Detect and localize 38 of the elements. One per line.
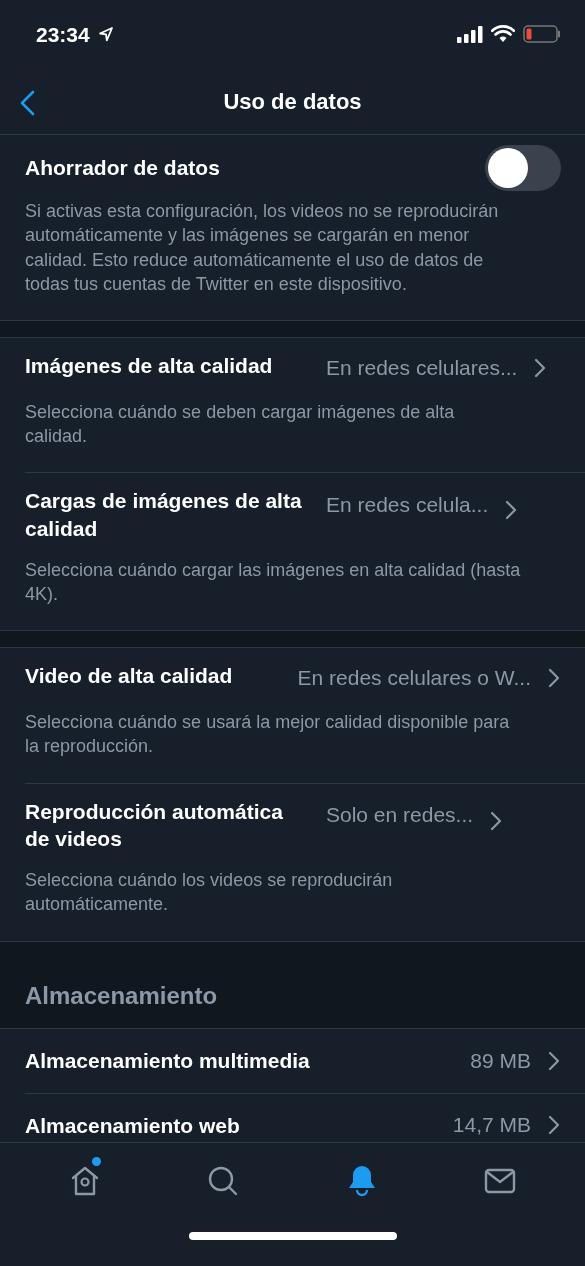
location-arrow-icon (97, 26, 114, 43)
chevron-icon (504, 499, 519, 522)
chevron-icon (533, 356, 548, 379)
setting-description: Selecciona cuándo se deben cargar imágenes de alta calidad. (25, 400, 456, 448)
chevron-icon (547, 1049, 561, 1072)
setting-label: Reproducción automática de videos (25, 798, 284, 852)
storage-row[interactable]: Almacenamiento multimedia 89 MB (25, 1028, 585, 1093)
signal-icon (457, 25, 483, 44)
chevron-icon (547, 667, 561, 690)
setting-description: Si activas esta configuración, los videos no se reproducirán automáticamente y las imágenes se cargarán en menor calidad. Esto reduce automáticamente el uso de datos de todas tus cuentas de Twitter en este dispositivo. (25, 200, 500, 296)
setting-value: En redes celulares... (326, 355, 518, 382)
section-header: Almacenamiento (0, 941, 585, 1029)
wifi-icon (491, 25, 515, 44)
battery-icon (523, 25, 561, 44)
setting-description: Selecciona cuándo se usará la mejor calidad disponible para la reproducción. (25, 710, 511, 759)
setting-label: Imágenes de alta calidad (25, 353, 274, 380)
setting-description: Selecciona cuándo cargar las imágenes en alta calidad (hasta 4K). (25, 558, 522, 607)
storage-value: 89 MB (470, 1048, 531, 1074)
status-time: 23:34 (36, 21, 90, 48)
storage-row[interactable]: Almacenamiento web 14,7 MB (25, 1092, 585, 1142)
setting-description: Selecciona cuándo los videos se reproducirán automáticamente. (25, 869, 394, 917)
setting-row[interactable]: Video de alta calidad En redes celulares o W... (25, 662, 561, 694)
storage-label: Almacenamiento web (25, 1112, 240, 1139)
storage-label: Almacenamiento multimedia (25, 1048, 310, 1075)
storage-value: 14,7 MB (452, 1112, 531, 1139)
setting-label: Cargas de imágenes de alta calidad (25, 488, 303, 542)
setting-row[interactable]: Imágenes de alta calidad En redes celulares... (25, 352, 561, 384)
chevron-icon (547, 1114, 561, 1137)
setting-value: Solo en redes... (326, 801, 474, 828)
toggle-switch[interactable] (485, 145, 561, 191)
setting-row[interactable]: Cargas de imágenes de alta calidad En redes celula... (25, 487, 561, 542)
setting-value: En redes celulares o W... (297, 665, 531, 692)
setting-label: Ahorrador de datos (25, 155, 220, 182)
setting-row[interactable]: Reproducción automática de videos Solo en redes... (25, 797, 561, 853)
chevron-icon (489, 809, 504, 832)
setting-value: En redes celula... (326, 491, 489, 518)
setting-label: Video de alta calidad (25, 663, 234, 690)
screen-title: Uso de datos (223, 87, 362, 116)
